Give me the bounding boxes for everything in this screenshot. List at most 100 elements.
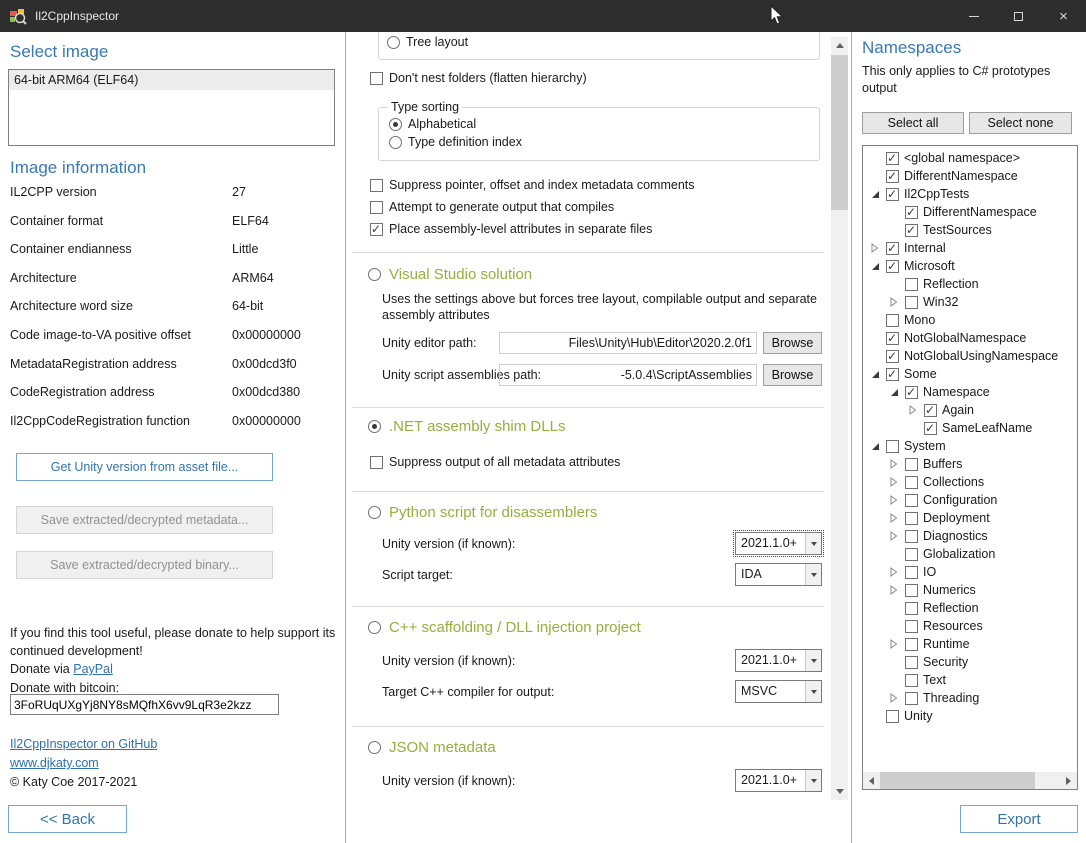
tree-item[interactable]: Mono xyxy=(863,311,1077,329)
namespace-checkbox[interactable] xyxy=(905,656,918,669)
tree-item[interactable]: Again xyxy=(863,401,1077,419)
namespace-checkbox[interactable] xyxy=(905,674,918,687)
dropdown-arrow-icon[interactable] xyxy=(805,650,821,671)
expander-icon[interactable] xyxy=(867,243,886,253)
browse-editor-path-button[interactable]: Browse xyxy=(763,332,822,354)
tree-item[interactable]: Threading xyxy=(863,689,1077,707)
tree-item[interactable]: IO xyxy=(863,563,1077,581)
namespace-checkbox[interactable] xyxy=(886,710,899,723)
maximize-button[interactable] xyxy=(996,0,1041,32)
expander-icon[interactable] xyxy=(886,567,905,577)
namespace-checkbox[interactable] xyxy=(905,296,918,309)
tree-horizontal-scrollbar[interactable] xyxy=(863,772,1077,789)
namespace-checkbox[interactable] xyxy=(905,476,918,489)
scrollbar-thumb[interactable] xyxy=(880,772,1035,789)
scroll-right-button[interactable] xyxy=(1060,772,1077,789)
json-metadata-radio[interactable]: JSON metadata xyxy=(368,739,496,756)
namespace-checkbox[interactable] xyxy=(905,638,918,651)
minimize-button[interactable] xyxy=(951,0,996,32)
tree-item[interactable]: TestSources xyxy=(863,221,1077,239)
tree-item[interactable]: Buffers xyxy=(863,455,1077,473)
namespace-checkbox[interactable] xyxy=(886,314,899,327)
expander-icon[interactable] xyxy=(886,459,905,469)
tree-item[interactable]: Collections xyxy=(863,473,1077,491)
tree-item[interactable]: Deployment xyxy=(863,509,1077,527)
expander-icon[interactable] xyxy=(886,495,905,505)
tree-item[interactable]: Il2CppTests xyxy=(863,185,1077,203)
cpp-scaffolding-radio[interactable]: C++ scaffolding / DLL injection project xyxy=(368,619,641,636)
type-definition-index-radio[interactable]: Type definition index xyxy=(389,135,522,149)
expander-icon[interactable] xyxy=(886,297,905,307)
image-listbox[interactable]: 64-bit ARM64 (ELF64) xyxy=(8,69,335,146)
expander-icon[interactable] xyxy=(867,370,886,379)
script-target-combobox[interactable]: IDA xyxy=(735,563,822,586)
expander-icon[interactable] xyxy=(886,531,905,541)
cpp-compiler-combobox[interactable]: MSVC xyxy=(735,680,822,703)
tree-item[interactable]: Unity xyxy=(863,707,1077,725)
tree-item[interactable]: DifferentNamespace xyxy=(863,167,1077,185)
namespace-checkbox[interactable] xyxy=(886,368,899,381)
browse-assemblies-path-button[interactable]: Browse xyxy=(763,364,822,386)
expander-icon[interactable] xyxy=(867,442,886,451)
expander-icon[interactable] xyxy=(886,388,905,397)
suppress-metadata-attributes-checkbox[interactable]: Suppress output of all metadata attribut… xyxy=(370,455,620,469)
tree-item[interactable]: Namespace xyxy=(863,383,1077,401)
scroll-left-button[interactable] xyxy=(863,772,880,789)
namespace-checkbox[interactable] xyxy=(886,152,899,165)
expander-icon[interactable] xyxy=(886,693,905,703)
namespace-checkbox[interactable] xyxy=(924,422,937,435)
namespace-checkbox[interactable] xyxy=(905,386,918,399)
dropdown-arrow-icon[interactable] xyxy=(805,770,821,791)
namespace-checkbox[interactable] xyxy=(905,566,918,579)
namespace-checkbox[interactable] xyxy=(886,350,899,363)
tree-item[interactable]: Microsoft xyxy=(863,257,1077,275)
github-link[interactable]: Il2CppInspector on GitHub xyxy=(10,737,157,751)
export-button[interactable]: Export xyxy=(960,805,1078,833)
bitcoin-address-input[interactable] xyxy=(10,694,279,715)
close-button[interactable]: × xyxy=(1041,0,1086,32)
namespace-checkbox[interactable] xyxy=(924,404,937,417)
tree-item[interactable]: Configuration xyxy=(863,491,1077,509)
tree-item[interactable]: Globalization xyxy=(863,545,1077,563)
scroll-up-button[interactable] xyxy=(831,37,848,54)
alphabetical-radio[interactable]: Alphabetical xyxy=(389,117,476,131)
expander-icon[interactable] xyxy=(886,477,905,487)
expander-icon[interactable] xyxy=(867,190,886,199)
titlebar[interactable]: Il2CppInspector × xyxy=(0,0,1086,32)
tree-item[interactable]: NotGlobalNamespace xyxy=(863,329,1077,347)
namespace-checkbox[interactable] xyxy=(905,206,918,219)
tree-item[interactable]: Reflection xyxy=(863,599,1077,617)
python-script-radio[interactable]: Python script for disassemblers xyxy=(368,504,597,521)
namespace-checkbox[interactable] xyxy=(905,512,918,525)
tree-item[interactable]: Runtime xyxy=(863,635,1077,653)
expander-icon[interactable] xyxy=(886,639,905,649)
namespace-checkbox[interactable] xyxy=(886,332,899,345)
namespace-checkbox[interactable] xyxy=(905,278,918,291)
expander-icon[interactable] xyxy=(886,585,905,595)
namespace-checkbox[interactable] xyxy=(886,242,899,255)
scroll-down-button[interactable] xyxy=(831,783,848,800)
unity-version-combobox-cpp[interactable]: 2021.1.0+ xyxy=(735,649,822,672)
tree-layout-radio[interactable]: Tree layout xyxy=(387,35,468,49)
dropdown-arrow-icon[interactable] xyxy=(805,681,821,702)
tree-item[interactable]: Win32 xyxy=(863,293,1077,311)
website-link[interactable]: www.djkaty.com xyxy=(10,756,99,770)
namespace-checkbox[interactable] xyxy=(905,692,918,705)
dropdown-arrow-icon[interactable] xyxy=(805,533,821,554)
namespace-checkbox[interactable] xyxy=(905,224,918,237)
namespace-checkbox[interactable] xyxy=(886,188,899,201)
middle-vertical-scrollbar[interactable] xyxy=(831,37,848,800)
tree-item[interactable]: System xyxy=(863,437,1077,455)
tree-item[interactable]: NotGlobalUsingNamespace xyxy=(863,347,1077,365)
paypal-link[interactable]: PayPal xyxy=(73,662,113,676)
namespace-checkbox[interactable] xyxy=(886,170,899,183)
namespace-checkbox[interactable] xyxy=(905,548,918,561)
tree-item[interactable]: Some xyxy=(863,365,1077,383)
option-checkbox[interactable]: Suppress pointer, offset and index metad… xyxy=(370,174,695,196)
option-checkbox[interactable]: Place assembly-level attributes in separ… xyxy=(370,218,695,240)
tree-item[interactable]: Internal xyxy=(863,239,1077,257)
unity-version-combobox-python[interactable]: 2021.1.0+ xyxy=(735,532,822,555)
get-unity-version-button[interactable]: Get Unity version from asset file... xyxy=(16,453,273,481)
namespace-checkbox[interactable] xyxy=(905,494,918,507)
tree-item[interactable]: Security xyxy=(863,653,1077,671)
